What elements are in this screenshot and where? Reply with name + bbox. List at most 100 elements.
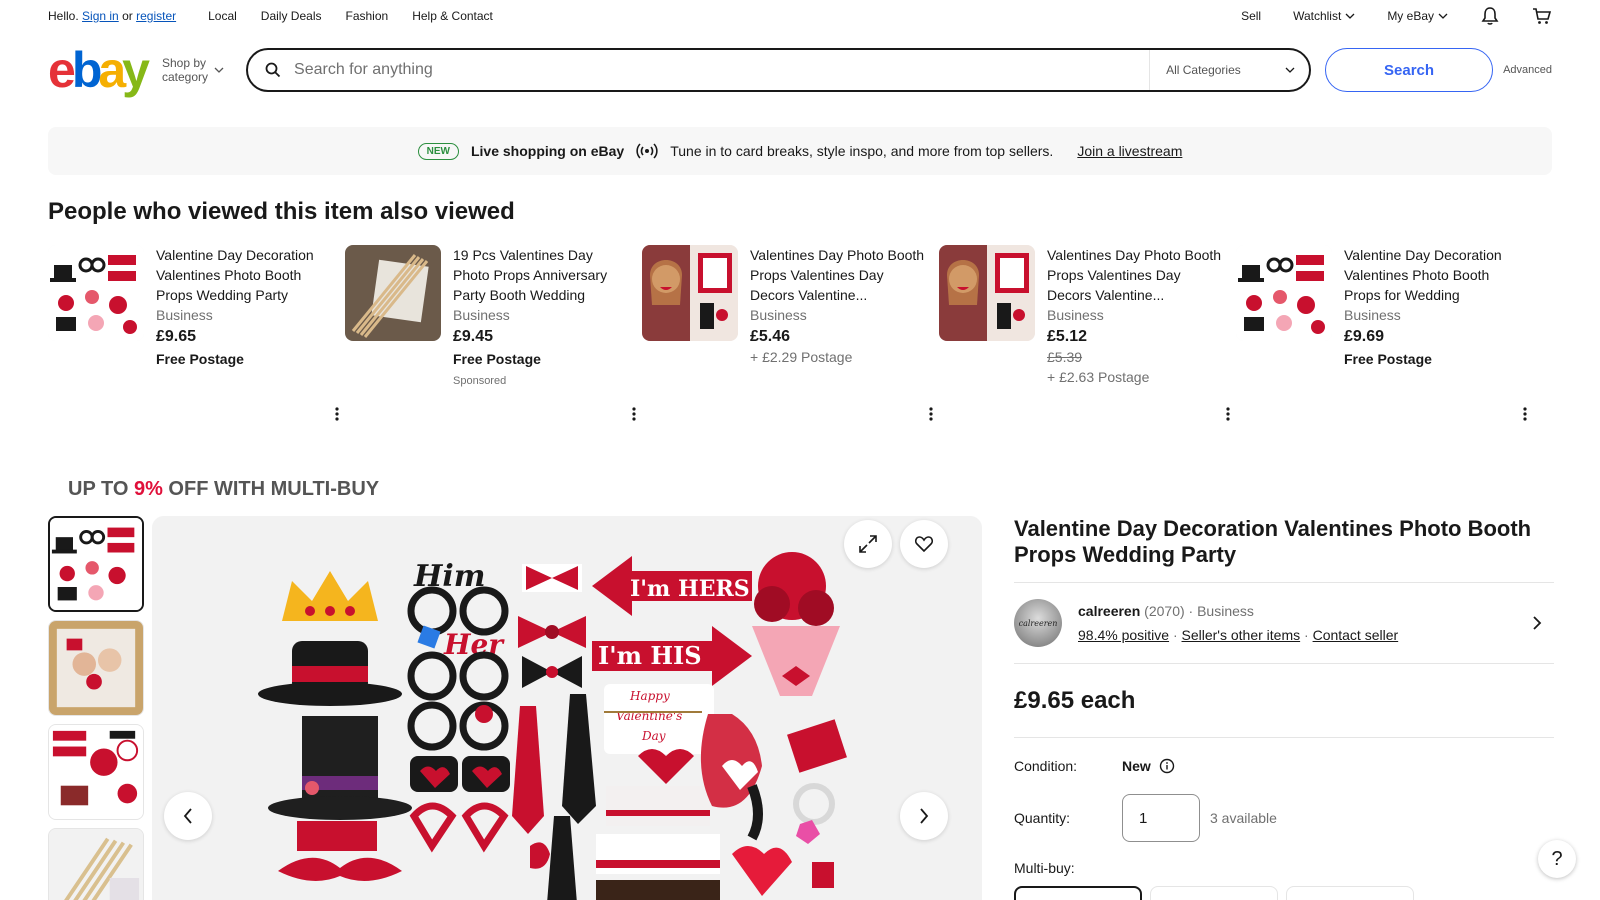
svg-text:Happy: Happy (629, 689, 670, 703)
more-options-icon[interactable] (1226, 407, 1230, 421)
my-ebay-menu[interactable]: My eBay (1387, 9, 1448, 23)
main-product-image[interactable]: Him Her I'm HERS I'm HIS Happy Valentine (152, 516, 982, 900)
multi-buy-label: Multi-buy: (1014, 860, 1075, 876)
new-badge: NEW (417, 142, 459, 160)
join-livestream-link[interactable]: Join a livestream (1077, 143, 1182, 159)
card-seller-type: Business (1344, 307, 1401, 323)
product-card[interactable]: Valentines Day Photo Booth Props Valenti… (939, 245, 1236, 430)
search-input[interactable]: Search for anything (294, 61, 1149, 79)
chevron-right-icon (920, 808, 929, 824)
card-title[interactable]: Valentine Day Decoration Valentines Phot… (156, 245, 336, 305)
card-title[interactable]: 19 Pcs Valentines Day Photo Props Annive… (453, 245, 633, 305)
multi-buy-promo: UP TO 9% OFF WITH MULTI-BUY (68, 478, 380, 500)
product-card[interactable]: Valentine Day Decoration Valentines Phot… (1236, 245, 1533, 430)
price: £9.65 each (1014, 664, 1554, 738)
add-to-watchlist-button[interactable] (900, 520, 948, 568)
next-image-button[interactable] (900, 792, 948, 840)
top-bar-right: Sell Watchlist My eBay (1209, 6, 1552, 26)
seller-feedback-count: (2070) (1144, 603, 1185, 619)
card-seller-type: Business (156, 307, 213, 323)
woman-photo-booth-image (939, 245, 1035, 341)
seller-positive-link[interactable]: 98.4% positive (1078, 627, 1169, 643)
help-button[interactable]: ? (1538, 840, 1576, 878)
seller-type: Business (1197, 603, 1254, 619)
search-icon (265, 62, 281, 78)
seller-card[interactable]: calreeren calreeren (2070) · Business 98… (1014, 582, 1554, 664)
card-seller-type: Business (453, 307, 510, 323)
gallery-thumbnail[interactable] (48, 828, 144, 900)
previous-image-button[interactable] (164, 792, 212, 840)
card-price: £5.46 (750, 328, 791, 345)
contact-seller-link[interactable]: Contact seller (1313, 627, 1399, 643)
condition-value: New (1122, 758, 1151, 774)
card-title[interactable]: Valentines Day Photo Booth Props Valenti… (750, 245, 930, 305)
seller-name[interactable]: calreeren (1078, 603, 1140, 619)
nav-help-contact[interactable]: Help & Contact (412, 9, 493, 23)
svg-text:Day: Day (641, 729, 666, 743)
product-thumbnail[interactable] (939, 245, 1035, 341)
chevron-down-icon (1438, 13, 1448, 19)
seller-other-items-link[interactable]: Seller's other items (1182, 627, 1301, 643)
seller-avatar: calreeren (1014, 599, 1062, 647)
sign-in-link[interactable]: Sign in (82, 9, 119, 23)
condition-label: Condition: (1014, 758, 1078, 774)
product-card[interactable]: Valentine Day Decoration Valentines Phot… (48, 245, 345, 430)
nav-fashion[interactable]: Fashion (345, 9, 388, 23)
quantity-input[interactable]: 1 (1122, 794, 1200, 842)
multi-buy-option[interactable] (1014, 886, 1142, 900)
card-shipping: Free Postage (1344, 351, 1432, 367)
notifications-button[interactable] (1480, 6, 1500, 26)
search-button[interactable]: Search (1325, 48, 1494, 92)
chevron-right-icon[interactable] (1532, 615, 1542, 631)
register-link[interactable]: register (136, 9, 176, 23)
props-collage-image (1236, 245, 1332, 341)
chevron-down-icon (1345, 13, 1355, 19)
ebay-logo[interactable]: ebay (48, 45, 150, 95)
more-options-icon[interactable] (632, 407, 636, 421)
greeting: Hello. Sign in or register (48, 9, 177, 23)
multi-buy-option[interactable] (1150, 886, 1278, 900)
sell-link[interactable]: Sell (1241, 9, 1261, 23)
advanced-search-link[interactable]: Advanced (1503, 64, 1552, 76)
nav-daily-deals[interactable]: Daily Deals (261, 9, 322, 23)
gallery-thumbnail[interactable] (48, 620, 144, 716)
watchlist-menu[interactable]: Watchlist (1293, 9, 1355, 23)
product-card[interactable]: 19 Pcs Valentines Day Photo Props Annive… (345, 245, 642, 430)
more-options-icon[interactable] (335, 407, 339, 421)
svg-text:I'm HIS: I'm HIS (598, 641, 702, 670)
gallery-thumbnail[interactable] (48, 516, 144, 612)
card-old-price: £5.39 (1047, 349, 1083, 365)
multi-buy-options (1014, 886, 1554, 900)
search-bar: Search for anything All Categories (246, 48, 1312, 92)
product-thumbnail[interactable] (642, 245, 738, 341)
card-title[interactable]: Valentines Day Photo Booth Props Valenti… (1047, 245, 1227, 305)
product-thumbnail[interactable] (1236, 245, 1332, 341)
category-select[interactable]: All Categories (1149, 50, 1309, 90)
info-icon[interactable] (1159, 758, 1175, 774)
quantity-label: Quantity: (1014, 810, 1071, 826)
chevron-down-icon (1285, 67, 1295, 73)
cart-button[interactable] (1532, 6, 1552, 26)
more-options-icon[interactable] (929, 407, 933, 421)
chevron-down-icon (214, 67, 224, 73)
card-price: £9.45 (453, 328, 494, 345)
livestream-banner: NEW Live shopping on eBay Tune in to car… (48, 127, 1552, 175)
product-thumbnail[interactable] (48, 245, 144, 341)
card-price: £9.69 (1344, 328, 1385, 345)
card-title[interactable]: Valentine Day Decoration Valentines Phot… (1344, 245, 1524, 305)
product-thumbnail[interactable] (345, 245, 441, 341)
expand-icon (859, 535, 877, 553)
svg-text:I'm HERS: I'm HERS (630, 576, 750, 602)
wooden-sticks-image (345, 245, 441, 341)
more-options-icon[interactable] (1523, 407, 1527, 421)
nav-local[interactable]: Local (208, 9, 237, 23)
expand-image-button[interactable] (844, 520, 892, 568)
gallery-thumbnail[interactable] (48, 724, 144, 820)
props-collage-image (48, 245, 144, 341)
product-title: Valentine Day Decoration Valentines Phot… (1014, 516, 1532, 567)
product-card[interactable]: Valentines Day Photo Booth Props Valenti… (642, 245, 939, 430)
shop-by-category-button[interactable]: Shop by category (162, 56, 224, 84)
multi-buy-option[interactable] (1286, 886, 1414, 900)
banner-title: Live shopping on eBay (470, 143, 625, 159)
card-shipping: Free Postage (453, 351, 541, 367)
